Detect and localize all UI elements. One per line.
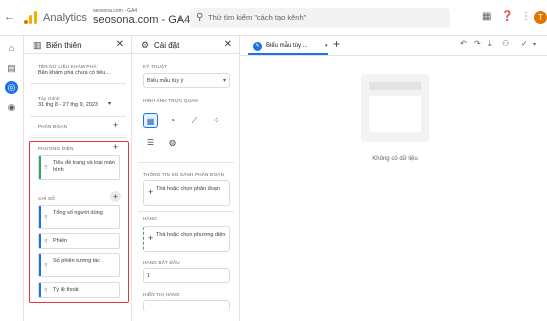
search-box[interactable]: ⚲ Thử tìm kiếm "cách tạo kênh" xyxy=(190,8,450,28)
geo-viz-icon[interactable]: ◍ xyxy=(165,135,180,150)
apps-grid-icon[interactable]: ▦ xyxy=(482,11,491,22)
scatter-viz-icon[interactable]: ⁘ xyxy=(209,113,224,128)
date-chevron-icon[interactable]: ▾ xyxy=(108,100,111,107)
top-bar: ← Analytics seosona.com - GA4 seosona.co… xyxy=(0,0,547,36)
chevron-down-icon[interactable]: ▾ xyxy=(325,43,328,49)
share-user-icon[interactable]: ⚇ xyxy=(502,39,509,48)
tab-label: Biểu mẫu tùy ... xyxy=(266,43,308,49)
date-range[interactable]: 31 thg 8 - 27 thg 9, 2023 xyxy=(38,102,98,109)
analytics-logo xyxy=(24,11,37,24)
chevron-down-icon[interactable]: ▾ xyxy=(533,41,536,48)
reports-icon[interactable]: ▤ xyxy=(5,62,18,75)
back-arrow-icon[interactable]: ← xyxy=(4,11,15,23)
chevron-down-icon[interactable]: ▾ xyxy=(178,15,182,23)
show-rows-select[interactable] xyxy=(143,300,230,312)
settings-title: Cài đặt xyxy=(154,41,180,50)
close-icon[interactable]: ✕ xyxy=(116,39,124,50)
segments-label: PHÂN ĐOẠN xyxy=(38,124,68,129)
empty-state-illustration xyxy=(361,74,429,142)
more-vert-icon[interactable]: ⋮ xyxy=(521,11,531,22)
line-viz-icon[interactable]: ⟋ xyxy=(187,113,202,128)
exploration-name-label: TÊN DỮ LIỆU KHÁM PHÁ: xyxy=(38,64,98,69)
show-rows-label: HIỂN THỊ HÀNG xyxy=(143,292,180,297)
explore-icon[interactable]: ◎ xyxy=(5,81,18,94)
technique-select[interactable]: Biểu mẫu tùy ý ▾ xyxy=(143,73,230,88)
settings-header: ⚙ Cài đặt ✕ xyxy=(132,36,239,54)
avatar[interactable]: T xyxy=(534,11,547,24)
close-icon[interactable]: ✕ xyxy=(224,39,232,50)
exploration-name[interactable]: Bản khám phá chưa có tiêu... xyxy=(38,70,110,77)
bar-viz-icon[interactable]: ☰ xyxy=(143,135,158,150)
technique-value: Biểu mẫu tùy ý xyxy=(147,78,184,84)
highlight-box xyxy=(29,141,129,303)
segment-compare-label: THÔNG TIN SO SÁNH PHÂN ĐOẠN xyxy=(143,172,225,177)
plus-icon: + xyxy=(148,233,154,243)
segment-drop-text: Thả hoặc chọn phân đoạn xyxy=(156,186,220,192)
left-nav-rail: ⌂ ▤ ◎ ◉ xyxy=(0,36,24,321)
redo-icon[interactable]: ↷ xyxy=(474,39,481,48)
segment-drop-zone[interactable]: + Thả hoặc chọn phân đoạn xyxy=(143,180,230,206)
empty-state-text: Không có dữ liệu xyxy=(372,156,418,162)
start-row-input[interactable]: 1 xyxy=(143,268,230,283)
add-segment-button[interactable]: + xyxy=(113,120,118,130)
search-icon: ⚲ xyxy=(196,12,204,23)
chevron-down-icon: ▾ xyxy=(222,78,226,84)
settings-panel: ⚙ Cài đặt ✕ KỸ THUẬT Biểu mẫu tùy ý ▾ HÌ… xyxy=(132,36,240,321)
plus-icon: + xyxy=(148,187,154,197)
property-selector[interactable]: seosona.com - GA4 xyxy=(93,14,190,26)
rows-drop-text: Thả hoặc chọn phương diện xyxy=(156,232,226,238)
donut-viz-icon[interactable]: ◔ xyxy=(165,113,180,128)
start-row-value: 1 xyxy=(147,273,151,279)
visualization-label: HÌNH ẢNH TRỰC QUAN xyxy=(143,98,198,103)
date-range-label: Tùy chỉnh xyxy=(38,96,60,101)
technique-label: KỸ THUẬT xyxy=(143,64,168,69)
home-icon[interactable]: ⌂ xyxy=(5,42,18,55)
variables-header: ▥ Biến thiên ✕ xyxy=(24,36,131,54)
advertising-icon[interactable]: ◉ xyxy=(5,101,18,114)
start-row-label: HÀNG BẮT ĐẦU xyxy=(143,260,180,265)
table-viz-icon[interactable]: ▦ xyxy=(143,113,158,128)
app-name: Analytics xyxy=(43,12,88,24)
exploration-canvas: ✎ Biểu mẫu tùy ... ▾ + ↶ ↷ ⤓ ⚇ ✓ ▾ Không… xyxy=(240,36,547,321)
rows-label: HÀNG xyxy=(143,216,158,221)
variables-title: Biến thiên xyxy=(46,41,82,50)
add-tab-button[interactable]: + xyxy=(333,37,340,51)
settings-gear-icon: ⚙ xyxy=(141,40,150,50)
variables-icon: ▥ xyxy=(33,40,42,50)
search-placeholder[interactable]: Thử tìm kiếm "cách tạo kênh" xyxy=(208,13,306,22)
undo-icon[interactable]: ↶ xyxy=(460,39,467,48)
help-icon[interactable]: ❓ xyxy=(501,11,513,22)
download-icon[interactable]: ⤓ xyxy=(488,39,492,49)
edit-icon: ✎ xyxy=(253,42,262,51)
rows-drop-zone[interactable]: + Thả hoặc chọn phương diện xyxy=(143,226,230,252)
check-circle-icon[interactable]: ✓ xyxy=(521,39,528,48)
